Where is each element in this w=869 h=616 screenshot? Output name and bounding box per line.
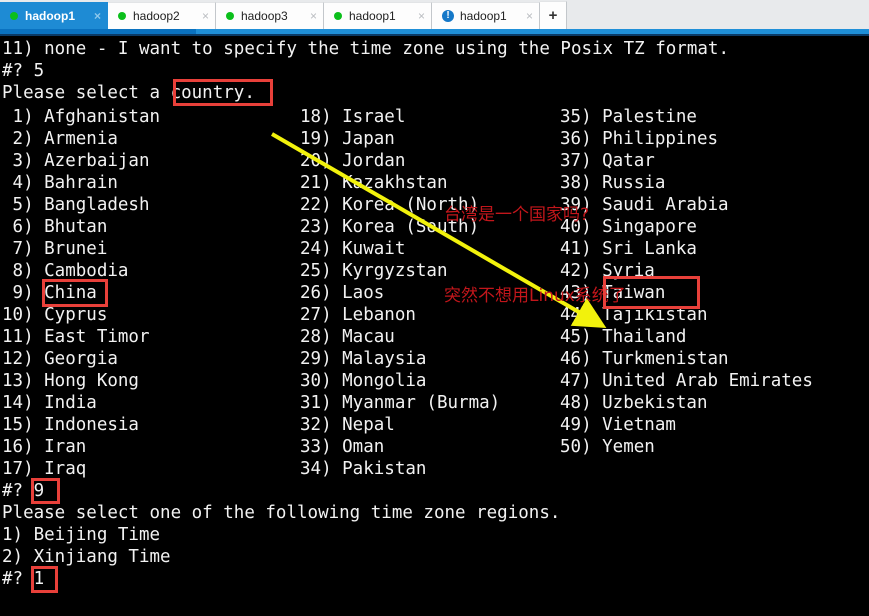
country-item: 27) Lebanon: [300, 305, 416, 325]
country-answer-value[interactable]: 9: [34, 481, 45, 501]
tab-label: hadoop1: [460, 9, 507, 23]
country-item: 7) Brunei: [2, 239, 108, 259]
close-icon[interactable]: ×: [94, 10, 101, 22]
country-item: 20) Jordan: [300, 151, 406, 171]
country-item: 37) Qatar: [560, 151, 655, 171]
close-icon[interactable]: ×: [310, 10, 317, 22]
new-tab-button[interactable]: +: [540, 1, 567, 29]
region-prompt-line: #? 1: [2, 568, 44, 590]
country-item: 38) Russia: [560, 173, 666, 193]
country-item: 32) Nepal: [300, 415, 395, 435]
country-item: 13) Hong Kong: [2, 371, 139, 391]
region-prompt-text: Please select one of the following time …: [2, 503, 561, 523]
country-item: 36) Philippines: [560, 129, 719, 149]
country-item: 25) Kyrgyzstan: [300, 261, 448, 281]
country-item: 23) Korea (South): [300, 217, 480, 237]
toolbar-strip: [0, 29, 869, 36]
country-item: 41) Sri Lanka: [560, 239, 697, 259]
country-item: 19) Japan: [300, 129, 395, 149]
close-icon[interactable]: ×: [202, 10, 209, 22]
region-answer-value[interactable]: 1: [34, 569, 45, 589]
country-prompt-line: #? 9: [2, 480, 44, 502]
tab-hadoop2[interactable]: hadoop2 ×: [108, 2, 216, 29]
region-item-beijing: 1) Beijing Time: [2, 525, 161, 545]
country-item: 3) Azerbaijan: [2, 151, 150, 171]
country-item: 42) Syria: [560, 261, 655, 281]
country-item: 40) Singapore: [560, 217, 697, 237]
country-item: 22) Korea (North): [300, 195, 480, 215]
close-icon[interactable]: ×: [526, 10, 533, 22]
terminal-line-prompt-region-answer: #? 5: [2, 61, 45, 81]
country-item-taiwan: 43) Taiwan: [560, 283, 666, 303]
green-dot-icon: [226, 12, 234, 20]
tab-label: hadoop1: [349, 9, 396, 23]
green-dot-icon: [334, 12, 342, 20]
country-item: 6) Bhutan: [2, 217, 108, 237]
country-item: 4) Bahrain: [2, 173, 118, 193]
country-item: 11) East Timor: [2, 327, 150, 347]
terminal-line-option-11: 11) none - I want to specify the time zo…: [2, 39, 729, 59]
country-item: 24) Kuwait: [300, 239, 406, 259]
region-item-xinjiang: 2) Xinjiang Time: [2, 547, 171, 567]
terminal-window: hadoop1 × hadoop2 × hadoop3 × hadoop1 × …: [0, 0, 869, 616]
country-item: 46) Turkmenistan: [560, 349, 729, 369]
country-item: 12) Georgia: [2, 349, 118, 369]
prompt-symbol: #?: [2, 481, 34, 501]
country-item: 45) Thailand: [560, 327, 687, 347]
tab-hadoop3[interactable]: hadoop3 ×: [216, 2, 324, 29]
country-item: 44) Tajikistan: [560, 305, 708, 325]
country-item: 49) Vietnam: [560, 415, 676, 435]
country-item: 39) Saudi Arabia: [560, 195, 729, 215]
country-item: 21) Kazakhstan: [300, 173, 448, 193]
tab-bar: hadoop1 × hadoop2 × hadoop3 × hadoop1 × …: [0, 0, 869, 29]
country-item: 17) Iraq: [2, 459, 87, 479]
country-item: 18) Israel: [300, 107, 406, 127]
country-item: 28) Macau: [300, 327, 395, 347]
country-item: 1) Afghanistan: [2, 107, 161, 127]
country-item: 16) Iran: [2, 437, 87, 457]
green-dot-icon: [10, 12, 18, 20]
country-item: 31) Myanmar (Burma): [300, 393, 501, 413]
country-item: 8) Cambodia: [2, 261, 129, 281]
terminal-output[interactable]: 11) none - I want to specify the time zo…: [0, 36, 869, 616]
country-item: 15) Indonesia: [2, 415, 139, 435]
country-item: 48) Uzbekistan: [560, 393, 708, 413]
tab-label: hadoop3: [241, 9, 288, 23]
close-icon[interactable]: ×: [418, 10, 425, 22]
country-item: 2) Armenia: [2, 129, 118, 149]
green-dot-icon: [118, 12, 126, 20]
country-item: 10) Cyprus: [2, 305, 108, 325]
blue-alert-icon: [442, 9, 454, 22]
country-item: 35) Palestine: [560, 107, 697, 127]
tab-bar-filler: [567, 2, 869, 29]
tab-hadoop1-1[interactable]: hadoop1 ×: [0, 2, 108, 29]
prompt-symbol: #?: [2, 569, 34, 589]
tab-label: hadoop2: [133, 9, 180, 23]
terminal-line-select-country: Please select a country.: [2, 83, 255, 103]
country-item: 14) India: [2, 393, 97, 413]
tab-label: hadoop1: [25, 9, 75, 23]
country-item: 30) Mongolia: [300, 371, 427, 391]
tab-hadoop1-3[interactable]: hadoop1 ×: [432, 2, 540, 29]
country-item-china: 9) China: [2, 283, 97, 303]
tab-hadoop1-2[interactable]: hadoop1 ×: [324, 2, 432, 29]
country-item: 33) Oman: [300, 437, 385, 457]
country-item: 29) Malaysia: [300, 349, 427, 369]
country-item: 5) Bangladesh: [2, 195, 150, 215]
country-item: 34) Pakistan: [300, 459, 427, 479]
country-item: 50) Yemen: [560, 437, 655, 457]
country-item: 26) Laos: [300, 283, 385, 303]
country-item: 47) United Arab Emirates: [560, 371, 813, 391]
